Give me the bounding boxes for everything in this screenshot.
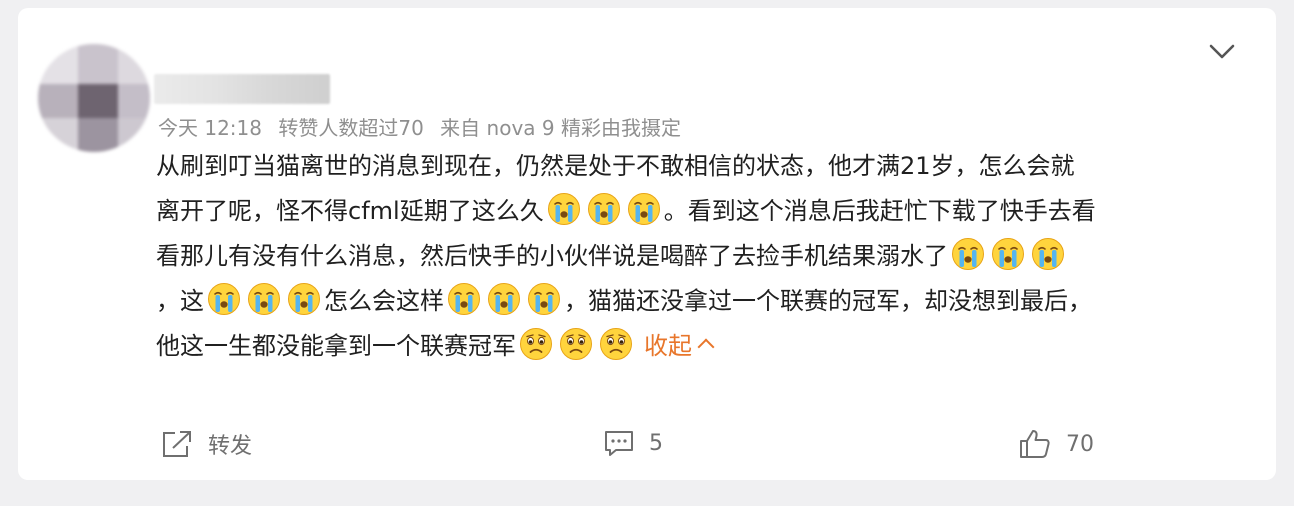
- content-line: 离开了呢，怪不得cfml延期了这么久 。看到这个消息后我赶忙下载了快手去看: [156, 189, 1236, 234]
- crying-face-emoji: [951, 237, 985, 271]
- thumbs-up-icon[interactable]: [1018, 428, 1052, 460]
- repost-label[interactable]: 转发: [208, 428, 252, 460]
- post-source[interactable]: 来自 nova 9 精彩由我摄定: [440, 116, 681, 140]
- like-count[interactable]: 70: [1066, 432, 1094, 457]
- chevron-down-icon[interactable]: [1208, 40, 1236, 62]
- crying-face-emoji: [547, 192, 581, 226]
- chevron-up-icon[interactable]: [697, 338, 715, 356]
- post-meta: 今天 12:18 转赞人数超过70 来自 nova 9 精彩由我摄定: [158, 112, 691, 141]
- sad-face-emoji: [519, 327, 553, 361]
- crying-face-emoji: [991, 237, 1025, 271]
- comment-button[interactable]: 5: [603, 428, 663, 458]
- speech-bubble-icon[interactable]: [603, 428, 635, 458]
- post-card: 今天 12:18 转赞人数超过70 来自 nova 9 精彩由我摄定 从刷到叮当…: [18, 8, 1276, 480]
- content-line: ，这 怎么会这样 ，猫猫还没拿过一个联赛的冠军，却没想到最后，: [156, 279, 1236, 324]
- crying-face-emoji: [627, 192, 661, 226]
- avatar[interactable]: [38, 44, 150, 152]
- sad-face-emoji: [559, 327, 593, 361]
- username-blurred[interactable]: [154, 74, 330, 104]
- collapse-button[interactable]: 收起: [644, 332, 715, 360]
- crying-face-emoji: [287, 282, 321, 316]
- crying-face-emoji: [1031, 237, 1065, 271]
- post-content: 从刷到叮当猫离世的消息到现在，仍然是处于不敢相信的状态，他才满21岁，怎么会就 …: [156, 144, 1236, 369]
- action-bar: 转发 5 70: [18, 418, 1276, 464]
- content-line: 从刷到叮当猫离世的消息到现在，仍然是处于不敢相信的状态，他才满21岁，怎么会就: [156, 152, 1075, 180]
- crying-face-emoji: [207, 282, 241, 316]
- crying-face-emoji: [587, 192, 621, 226]
- crying-face-emoji: [527, 282, 561, 316]
- crying-face-emoji: [487, 282, 521, 316]
- crying-face-emoji: [247, 282, 281, 316]
- content-line: 他这一生都没能拿到一个联赛冠军 收起: [156, 324, 1236, 369]
- content-line: 看那儿有没有什么消息，然后快手的小伙伴说是喝醉了去捡手机结果溺水了: [156, 234, 1236, 279]
- sad-face-emoji: [599, 327, 633, 361]
- comment-count[interactable]: 5: [649, 431, 663, 456]
- repost-button[interactable]: 转发: [160, 428, 252, 460]
- crying-face-emoji: [447, 282, 481, 316]
- post-time[interactable]: 今天 12:18: [158, 116, 262, 140]
- like-button[interactable]: 70: [1018, 428, 1094, 460]
- repost-like-badge: 转赞人数超过70: [278, 116, 424, 140]
- share-arrow-icon[interactable]: [160, 429, 194, 459]
